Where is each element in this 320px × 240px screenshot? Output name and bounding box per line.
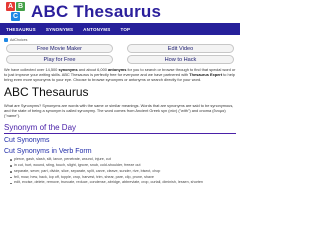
adchoices-label: AdChoices	[10, 38, 28, 42]
page: A B C ABC Thesaurus THESAURUS SYNONYMS A…	[0, 0, 240, 240]
logo-icon[interactable]: A B C	[6, 1, 28, 22]
logo-block-b: B	[16, 1, 25, 11]
nav-item-top[interactable]: TOP	[120, 27, 130, 32]
definition-paragraph: What are Synonyms? Synonyms are words wi…	[4, 102, 234, 119]
cut-synonyms-heading[interactable]: Cut Synonyms	[4, 137, 236, 145]
site-header: A B C ABC Thesaurus	[0, 0, 240, 23]
synonym-list: pierce, gash, slash, slit, lance, penetr…	[10, 157, 236, 186]
nav-item-antonyms[interactable]: ANTONYMS	[83, 27, 110, 32]
list-item: edit, excise, delete, remove, truncate, …	[10, 180, 236, 186]
logo-block-a: A	[6, 1, 15, 11]
divider	[4, 133, 236, 135]
ad-button-grid: Free Movie Maker Edit Video Play for Fre…	[6, 44, 234, 64]
ad-button-play-for-free[interactable]: Play for Free	[6, 55, 113, 64]
ad-choices[interactable]: AdChoices	[4, 37, 240, 43]
ad-button-edit-video[interactable]: Edit Video	[127, 44, 234, 53]
logo-block-c: C	[11, 11, 20, 21]
ad-button-free-movie-maker[interactable]: Free Movie Maker	[6, 44, 113, 53]
nav-bar: THESAURUS SYNONYMS ANTONYMS TOP	[0, 23, 240, 35]
site-title[interactable]: ABC Thesaurus	[31, 2, 161, 22]
nav-item-thesaurus[interactable]: THESAURUS	[6, 27, 36, 32]
synonym-of-the-day-heading: Synonym of the Day	[4, 123, 77, 133]
cut-verb-synonyms-heading: Cut Synonyms in Verb Form	[4, 148, 92, 156]
nav-item-synonyms[interactable]: SYNONYMS	[46, 27, 73, 32]
intro-paragraph: We have collected over 14,500 synonyms a…	[4, 67, 236, 83]
adchoices-icon	[4, 38, 8, 42]
page-title: ABC Thesaurus	[4, 84, 89, 99]
ad-button-how-to-hack[interactable]: How to Hack	[127, 55, 234, 64]
